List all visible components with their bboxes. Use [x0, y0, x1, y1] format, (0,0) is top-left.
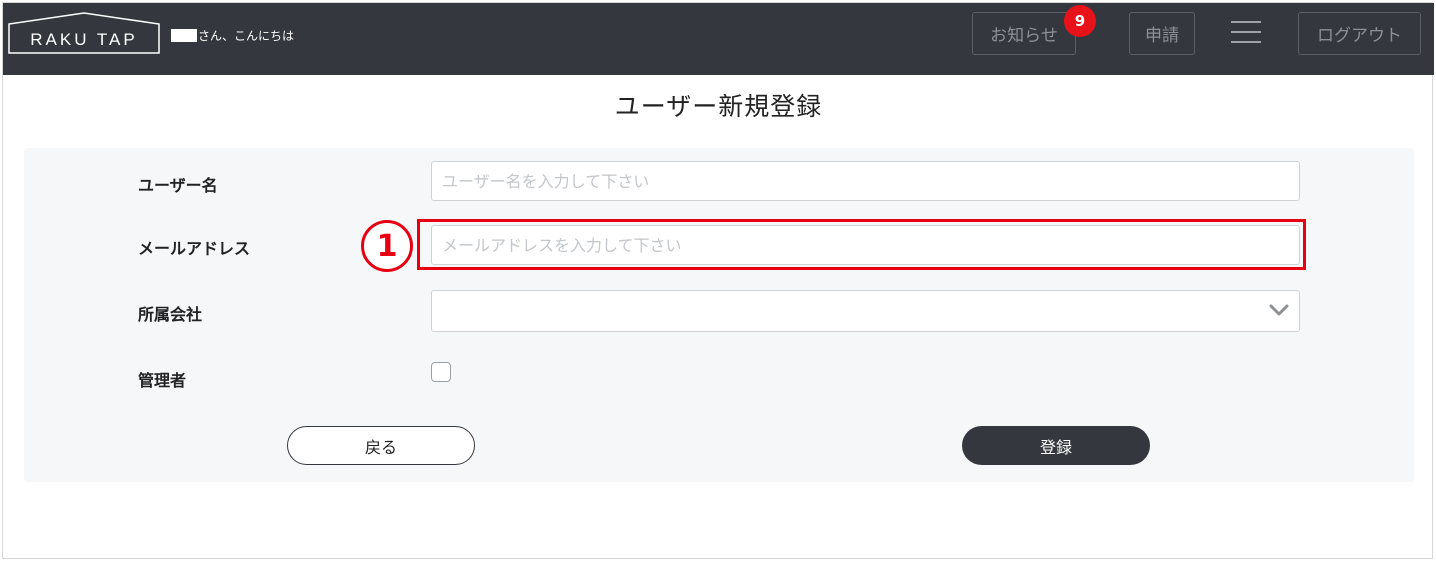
logout-button[interactable]: ログアウト	[1298, 12, 1421, 55]
back-button[interactable]: 戻る	[287, 426, 475, 465]
hamburger-menu-icon[interactable]	[1231, 21, 1261, 45]
greeting: さん、こんにちは	[171, 26, 294, 44]
email-label: メールアドレス	[138, 239, 251, 258]
email-highlight-box	[417, 219, 1306, 270]
user-registration-form: ユーザー名 メールアドレス 1 所属会社 管理者 戻る 登録	[24, 148, 1414, 482]
username-input[interactable]	[431, 161, 1300, 201]
menu-bar	[1231, 31, 1261, 33]
notice-button[interactable]: お知らせ	[972, 12, 1076, 55]
company-select[interactable]	[431, 290, 1300, 332]
user-name-redacted	[171, 28, 197, 42]
greeting-text: さん、こんにちは	[198, 28, 295, 43]
step-number-marker: 1	[361, 220, 413, 272]
admin-checkbox[interactable]	[431, 362, 451, 382]
raku-tap-logo[interactable]: RAKU TAP	[8, 12, 160, 54]
apply-button[interactable]: 申請	[1129, 12, 1195, 55]
chevron-down-icon	[1269, 304, 1289, 316]
top-header: RAKU TAP さん、こんにちは お知らせ 9 申請 ログアウト	[3, 3, 1434, 75]
username-label: ユーザー名	[138, 176, 218, 195]
notice-count-badge: 9	[1064, 5, 1096, 37]
logo-text: RAKU TAP	[30, 30, 138, 49]
admin-label: 管理者	[138, 371, 187, 390]
register-button[interactable]: 登録	[962, 426, 1150, 465]
company-label: 所属会社	[138, 305, 203, 324]
app-frame: RAKU TAP さん、こんにちは お知らせ 9 申請 ログアウト ユーザー新規…	[2, 2, 1434, 559]
menu-bar	[1231, 41, 1261, 43]
page-title: ユーザー新規登録	[614, 92, 823, 121]
menu-bar	[1231, 21, 1261, 23]
